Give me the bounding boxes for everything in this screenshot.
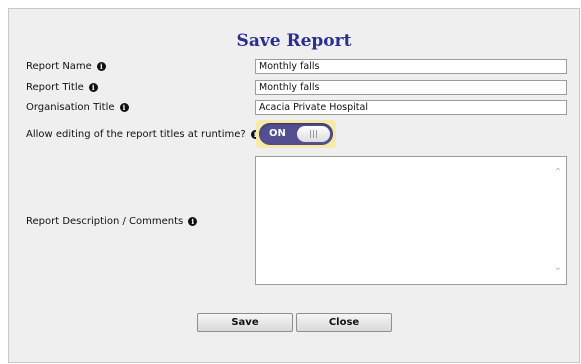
runtime-edit-toggle[interactable]: ON: [259, 123, 333, 145]
organisation-title-label: Organisation Title i: [26, 102, 129, 113]
runtime-edit-toggle-focus: ON: [256, 120, 336, 148]
toggle-knob[interactable]: [297, 126, 330, 142]
info-icon[interactable]: i: [188, 217, 198, 226]
report-name-label: Report Name i: [26, 61, 106, 72]
close-button[interactable]: Close: [296, 313, 392, 332]
info-icon[interactable]: i: [88, 83, 98, 92]
report-title-input[interactable]: [255, 80, 567, 95]
description-textarea[interactable]: [255, 156, 567, 285]
report-name-input[interactable]: [255, 59, 567, 74]
save-report-dialog: Save Report Report Name i Report Title i…: [8, 8, 580, 363]
organisation-title-input[interactable]: [255, 100, 567, 115]
toggle-state-label: ON: [269, 128, 286, 139]
info-icon[interactable]: i: [119, 103, 129, 112]
save-button[interactable]: Save: [197, 313, 293, 332]
dialog-title: Save Report: [236, 31, 352, 51]
report-title-label: Report Title i: [26, 82, 98, 93]
runtime-edit-label: Allow editing of the report titles at ru…: [26, 129, 260, 140]
description-label: Report Description / Comments i: [26, 216, 198, 227]
info-icon[interactable]: i: [96, 62, 106, 71]
